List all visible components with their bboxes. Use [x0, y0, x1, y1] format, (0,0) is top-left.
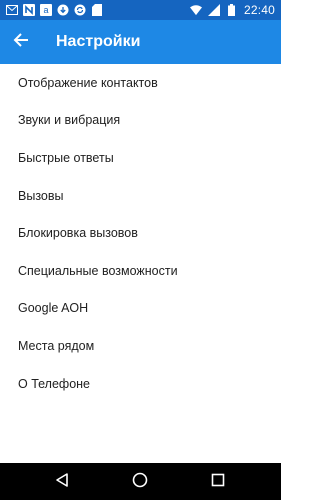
nav-home-button[interactable]: [130, 472, 150, 492]
system-icons: 22:40: [189, 3, 275, 17]
settings-item-call-blocking[interactable]: Блокировка вызовов: [0, 214, 281, 252]
back-triangle-icon: [54, 472, 70, 493]
nav-recents-button[interactable]: [208, 472, 228, 492]
download-icon: [57, 4, 69, 16]
app-bar: Настройки: [0, 20, 281, 64]
settings-item-about-phone[interactable]: О Телефоне: [0, 365, 281, 403]
nav-back-button[interactable]: [52, 472, 72, 492]
settings-item-contact-display[interactable]: Отображение контактов: [0, 64, 281, 102]
recents-square-icon: [210, 472, 226, 493]
settings-item-accessibility[interactable]: Специальные возможности: [0, 252, 281, 290]
settings-item-quick-responses[interactable]: Быстрые ответы: [0, 139, 281, 177]
settings-item-calls[interactable]: Вызовы: [0, 177, 281, 215]
navigation-bar: [0, 463, 281, 500]
n-app-icon: [23, 4, 35, 16]
notification-icons: a: [6, 3, 103, 17]
settings-item-nearby-places[interactable]: Места рядом: [0, 327, 281, 365]
home-circle-icon: [132, 472, 148, 493]
page-title: Настройки: [56, 33, 141, 50]
gmail-icon: [6, 4, 18, 16]
settings-item-sounds-vibration[interactable]: Звуки и вибрация: [0, 102, 281, 140]
clock: 22:40: [243, 3, 275, 17]
arrow-back-icon: [13, 32, 29, 53]
svg-text:a: a: [43, 5, 48, 15]
settings-item-google-caller-id[interactable]: Google AOH: [0, 290, 281, 328]
battery-icon: [226, 4, 238, 16]
signal-icon: [207, 4, 220, 16]
sync-icon: [74, 4, 86, 16]
settings-list: Отображение контактов Звуки и вибрация Б…: [0, 64, 281, 402]
status-bar: a 22:40: [0, 0, 281, 20]
back-button[interactable]: [9, 30, 33, 54]
wifi-icon: [189, 4, 202, 16]
amazon-icon: a: [40, 4, 52, 16]
sd-card-icon: [91, 4, 103, 16]
